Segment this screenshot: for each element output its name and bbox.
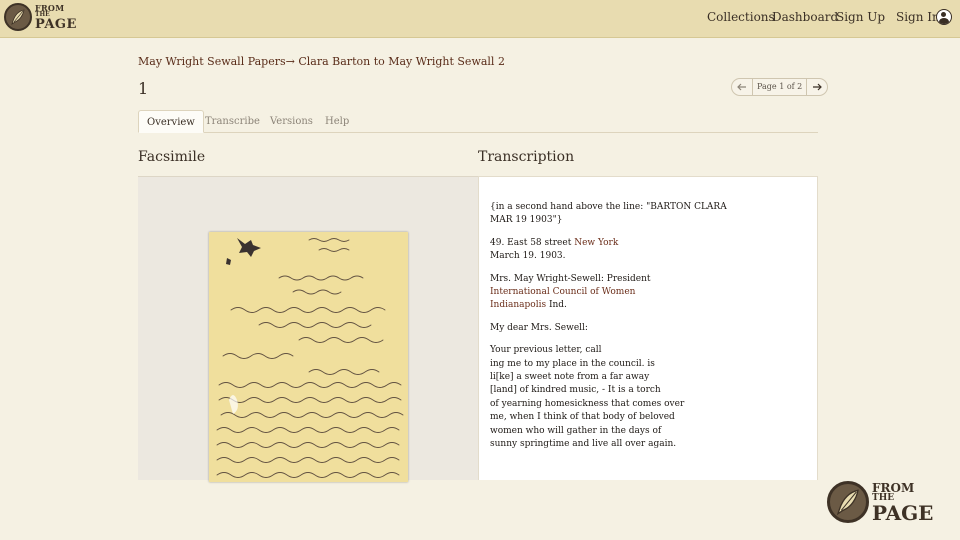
letter-salutation: My dear Mrs. Sewell: <box>490 322 588 333</box>
editorial-note: {in a second hand above the line: "BARTO… <box>490 201 810 228</box>
previous-page-button[interactable] <box>732 79 752 95</box>
facsimile-panel <box>138 176 478 482</box>
body-line: [land] of kindred music, - It is a torch <box>490 385 661 396</box>
page-pager: Page 1 of 2 <box>731 78 829 96</box>
arrow-left-icon <box>737 83 746 91</box>
nav-collections-link[interactable]: Collections <box>707 10 775 24</box>
body-line: women who will gather in the days of <box>490 425 662 436</box>
letter-facsimile-image[interactable] <box>209 232 408 482</box>
letter-body: Your previous letter, call ing me to my … <box>490 344 810 451</box>
tab-transcribe[interactable]: Transcribe <box>197 110 268 133</box>
page-tabs: Overview Transcribe Versions Help <box>138 110 818 133</box>
recipient-name: Mrs. May Wright-Sewell: President <box>490 273 651 284</box>
logo-line-3: PAGE <box>35 16 77 32</box>
nav-dashboard-link[interactable]: Dashboard <box>772 10 838 24</box>
body-line: of yearning homesickness that comes over <box>490 398 685 409</box>
nav-sign-up-link[interactable]: Sign Up <box>836 10 885 24</box>
transcription-heading: Transcription <box>478 149 575 165</box>
tab-help[interactable]: Help <box>317 110 357 133</box>
nav-sign-in-link[interactable]: Sign In <box>896 10 940 24</box>
body-line: ing me to my place in the council. is <box>490 358 655 369</box>
subject-link-international-council[interactable]: International Council of Women <box>490 287 635 297</box>
letter-recipient: Mrs. May Wright-Sewell: President Intern… <box>490 273 810 313</box>
footer-logo-wordmark: FROM THE PAGE <box>872 482 933 523</box>
tab-versions[interactable]: Versions <box>262 110 321 133</box>
logo-wordmark: FROM THE PAGE <box>35 4 77 31</box>
from-the-page-logo[interactable]: FROM THE PAGE <box>4 3 77 31</box>
subject-link-indianapolis[interactable]: Indianapolis <box>490 300 546 310</box>
recipient-state: Ind. <box>546 300 567 311</box>
breadcrumb-separator: → <box>285 55 295 68</box>
breadcrumb-collection-link[interactable]: May Wright Sewall Papers <box>138 55 286 68</box>
breadcrumb-work-link[interactable]: Clara Barton to May Wright Sewall 2 <box>298 55 505 68</box>
body-line: me, when I think of that body of beloved <box>490 412 675 423</box>
body-line: Your previous letter, call <box>490 345 602 356</box>
footer-logo-line-3: PAGE <box>872 500 934 525</box>
quill-pen-icon <box>827 481 869 523</box>
transcription-panel: {in a second hand above the line: "BARTO… <box>478 176 818 480</box>
letter-address: 49. East 58 street New York March 19. 19… <box>490 237 810 264</box>
user-avatar-icon[interactable] <box>936 9 952 25</box>
editorial-note-line-1: {in a second hand above the line: "BARTO… <box>490 202 727 212</box>
next-page-button[interactable] <box>807 79 827 95</box>
page-count-label: Page 1 of 2 <box>752 79 808 95</box>
editorial-note-line-2: MAR 19 1903"} <box>490 215 563 226</box>
body-line: sunny springtime and live all over again… <box>490 439 677 450</box>
tab-overview[interactable]: Overview <box>138 110 204 133</box>
top-navigation-bar: FROM THE PAGE Collections Dashboard Sign… <box>0 0 960 38</box>
quill-pen-icon <box>4 3 32 31</box>
facsimile-heading: Facsimile <box>138 149 206 165</box>
page-title: 1 <box>138 79 149 98</box>
footer-logo: FROM THE PAGE <box>827 481 933 523</box>
address-street: 49. East 58 street <box>490 237 575 248</box>
breadcrumb: May Wright Sewall Papers→ Clara Barton t… <box>138 55 505 68</box>
subject-link-new-york[interactable]: New York <box>574 238 618 248</box>
arrow-right-icon <box>813 83 823 91</box>
transcription-text: {in a second hand above the line: "BARTO… <box>490 201 810 461</box>
handwriting-scan <box>216 238 404 478</box>
footer-logo-line-1: FROM <box>872 480 915 495</box>
address-date: March 19. 1903. <box>490 251 566 262</box>
body-line: li[ke] a sweet note from a far away <box>490 372 650 383</box>
